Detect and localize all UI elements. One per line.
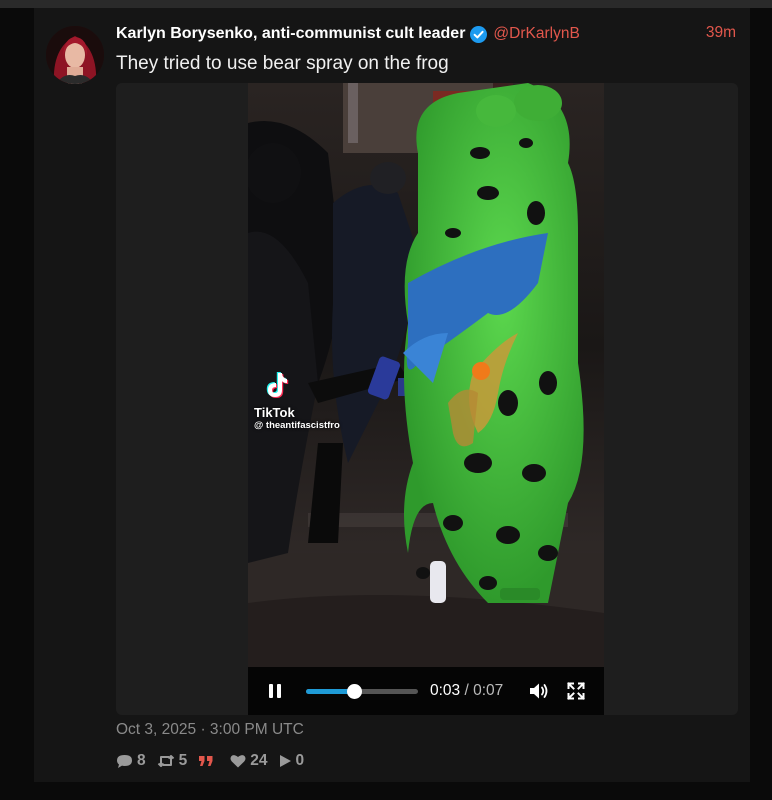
post-stats: 8 5 24 0 — [116, 752, 315, 770]
repost-stat[interactable]: 5 — [157, 752, 188, 770]
reply-stat[interactable]: 8 — [116, 752, 146, 770]
tiktok-brand-label: TikTok — [254, 405, 295, 420]
repost-count: 5 — [178, 752, 188, 769]
media-container: TikTok @ theantifascistfro 0:03 / 0:07 — [116, 83, 738, 715]
comment-icon — [117, 754, 132, 768]
post-date[interactable]: Oct 3, 2025 · 3:00 PM UTC — [116, 721, 304, 739]
play-stat[interactable]: 0 — [279, 752, 305, 770]
reply-count: 8 — [137, 752, 146, 769]
top-bar — [0, 0, 772, 8]
like-stat[interactable]: 24 — [230, 752, 268, 770]
author-handle[interactable]: @DrKarlynB — [493, 25, 579, 43]
time-separator: / — [464, 682, 469, 699]
tiktok-logo-icon — [266, 372, 289, 398]
quote-stat[interactable] — [198, 755, 218, 767]
total-time: 0:07 — [473, 682, 504, 699]
video-controls: 0:03 / 0:07 — [248, 667, 604, 715]
post-text: They tried to use bear spray on the frog — [116, 53, 449, 74]
verified-badge-icon — [470, 25, 488, 43]
video-player[interactable]: TikTok @ theantifascistfro 0:03 / 0:07 — [248, 83, 604, 715]
fullscreen-icon[interactable] — [567, 682, 585, 700]
like-count: 24 — [250, 752, 268, 769]
play-count: 0 — [295, 752, 305, 769]
seek-handle[interactable] — [347, 684, 363, 699]
current-time: 0:03 — [430, 682, 461, 699]
play-icon — [279, 755, 291, 767]
post-header: Karlyn Borysenko, anti-communist cult le… — [116, 24, 580, 44]
tiktok-watermark: TikTok @ theantifascistfro — [254, 371, 364, 431]
time-readout: 0:03 / 0:07 — [430, 682, 503, 700]
repost-icon — [157, 755, 174, 767]
relative-timestamp[interactable]: 39m — [706, 24, 736, 42]
post-card: Karlyn Borysenko, anti-communist cult le… — [34, 8, 750, 782]
tiktok-username-label: @ theantifascistfro — [254, 420, 340, 431]
heart-icon — [230, 755, 246, 768]
avatar[interactable] — [46, 26, 104, 84]
volume-icon[interactable] — [529, 682, 549, 700]
seek-bar[interactable] — [306, 684, 418, 699]
author-name[interactable]: Karlyn Borysenko, anti-communist cult le… — [116, 25, 465, 43]
pause-button[interactable] — [268, 684, 282, 698]
quote-icon — [199, 756, 213, 766]
